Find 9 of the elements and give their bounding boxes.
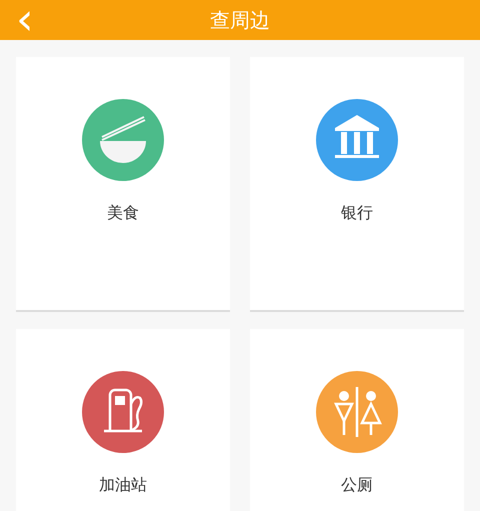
category-label: 公厕 bbox=[341, 475, 373, 496]
category-tile[interactable]: 公厕 bbox=[250, 329, 464, 511]
category-label: 美食 bbox=[107, 203, 139, 224]
page-title: 查周边 bbox=[210, 6, 270, 34]
category-label: 加油站 bbox=[99, 475, 147, 496]
category-tile[interactable]: 银行 bbox=[250, 57, 464, 312]
category-tile[interactable]: 加油站 bbox=[16, 329, 230, 511]
category-tile[interactable]: 美食 bbox=[16, 57, 230, 312]
category-label: 银行 bbox=[341, 203, 373, 224]
